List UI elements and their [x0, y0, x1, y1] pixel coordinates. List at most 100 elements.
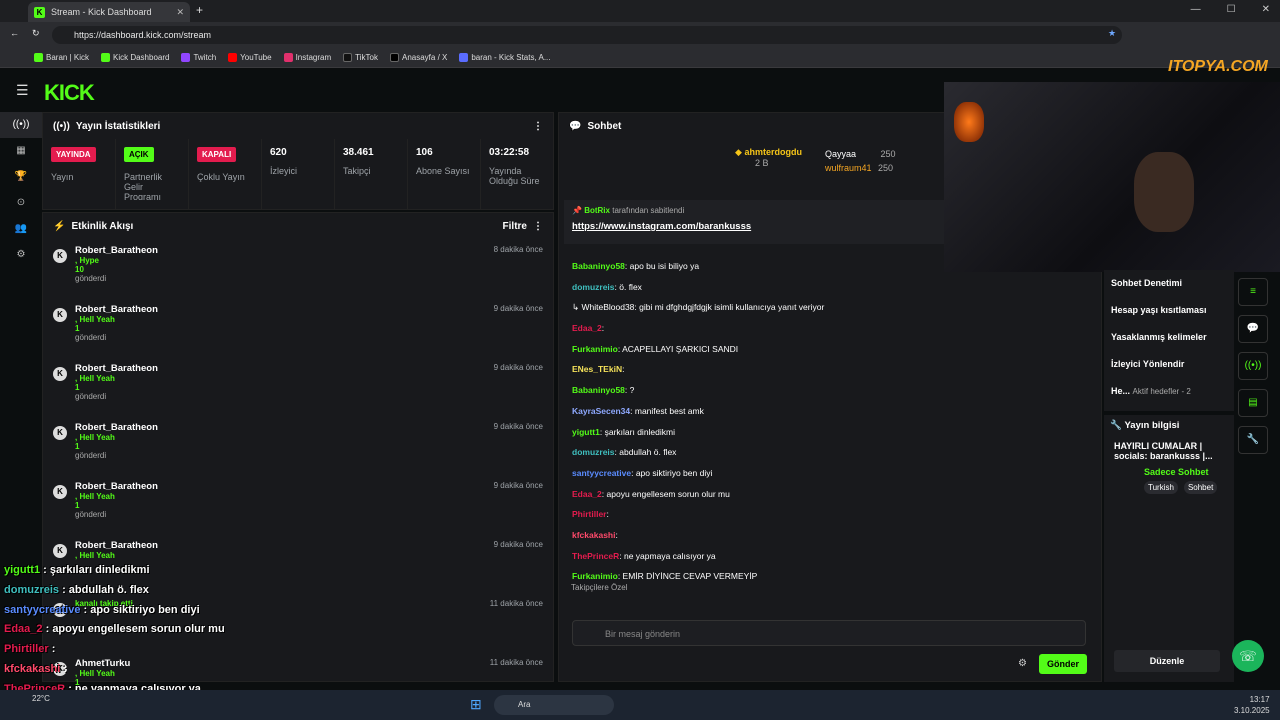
chat-username[interactable]: ThePrinceR: [572, 551, 619, 561]
chat-message: ↳ WhiteBlood38: gibi mi dfghdgjfdgjk isi…: [559, 297, 1099, 318]
windows-start-icon[interactable]: ⊞: [470, 696, 482, 713]
settings-icon[interactable]: ⚙: [0, 242, 42, 268]
menu-item[interactable]: İzleyici Yönlendir: [1104, 351, 1234, 378]
bookmark[interactable]: Kick Dashboard: [100, 53, 169, 62]
chat-username[interactable]: yigutt1: [572, 427, 600, 437]
kick-icon: K: [53, 544, 67, 558]
menu-item[interactable]: Hesap yaşı kısıtlaması: [1104, 297, 1234, 324]
tools-icon[interactable]: 🔧: [1238, 426, 1268, 454]
activity-user[interactable]: Robert_Baratheon: [75, 245, 158, 256]
tab-active[interactable]: K Stream - Kick Dashboard ✕: [28, 2, 190, 22]
bookmark[interactable]: Anasayfa / X: [389, 53, 447, 62]
activity-user[interactable]: Robert_Baratheon: [75, 540, 158, 551]
taskbar-search[interactable]: Ara: [494, 695, 614, 715]
stat-label: Yayında Olduğu Süre: [489, 166, 540, 186]
support-icon[interactable]: ☏: [1232, 640, 1264, 672]
wrench-icon: 🔧: [1110, 419, 1122, 431]
reload-icon[interactable]: ↻: [32, 28, 40, 39]
chat-text: ?: [629, 385, 635, 396]
chat-username[interactable]: Furkanimio: [572, 344, 618, 354]
kick-logo[interactable]: KICK: [44, 80, 95, 106]
filter-button[interactable]: Filtre: [503, 221, 527, 232]
pinned-link[interactable]: https://www.instagram.com/barankusss: [572, 221, 936, 232]
stats-icon: ((•)): [53, 120, 70, 132]
pin-icon: 📌: [572, 206, 582, 215]
pinned-message: 📌 BotRix tarafından sabitlendi https://ww…: [564, 200, 944, 244]
dashboard-icon[interactable]: ▦: [0, 138, 42, 164]
bookmark[interactable]: baran - Kick Stats, A...: [459, 53, 551, 62]
chat-message: Babaninyo58: ?: [572, 385, 635, 396]
activity-time: 9 dakika önce: [493, 363, 543, 372]
overlay-message: domuzreis : abdullah ö. flex: [4, 584, 149, 596]
menu-icon[interactable]: ☰: [16, 82, 29, 99]
menu-item[interactable]: Yasaklanmış kelimeler: [1104, 324, 1234, 351]
kick-icon: K: [53, 367, 67, 381]
itopya-watermark: ITOPYA.COM: [1168, 58, 1268, 75]
trophy-icon[interactable]: 🏆: [0, 164, 42, 190]
maximize-icon[interactable]: ☐: [1227, 4, 1236, 15]
bookmark[interactable]: TikTok: [343, 53, 378, 62]
menu-item[interactable]: Sohbet Denetimi: [1104, 270, 1234, 297]
activity-user[interactable]: Robert_Baratheon: [75, 304, 158, 315]
activity-user[interactable]: AhmetTurku: [75, 658, 130, 669]
chat-username[interactable]: Edaa_2: [572, 489, 602, 499]
streamer-figure: [1134, 152, 1194, 232]
activity-time: 11 dakika önce: [489, 599, 543, 608]
more-icon[interactable]: ⋮: [533, 221, 543, 232]
tag[interactable]: Sohbet: [1183, 481, 1218, 494]
overlay-message: kfckakashi :: [4, 663, 67, 675]
activity-action: gönderdi: [75, 451, 107, 460]
notes-icon[interactable]: ≡: [1238, 278, 1268, 306]
chat-settings-icon[interactable]: ⚙: [1018, 658, 1027, 669]
broadcast-icon[interactable]: ((•)): [1238, 352, 1268, 380]
chat-text: ö. flex: [619, 281, 642, 292]
chat-message: kfckakashi:: [572, 529, 618, 540]
window-close-icon[interactable]: ✕: [1262, 4, 1270, 15]
stream-icon[interactable]: ((•)): [0, 112, 42, 138]
favorite-star-icon[interactable]: ★: [1108, 28, 1116, 39]
chat-username[interactable]: Edaa_2: [572, 323, 602, 333]
close-tab-icon[interactable]: ✕: [176, 7, 184, 18]
overlay-text: : apoyu engellesem sorun olur mu: [45, 623, 225, 636]
bookmark[interactable]: Baran | Kick: [34, 53, 89, 62]
chat-username[interactable]: KayraSecen34: [572, 406, 630, 416]
chat-toggle-icon[interactable]: 💬: [1238, 315, 1268, 343]
overlay-message: yigutt1 : şarkıları dinledikmi: [4, 564, 150, 576]
tag[interactable]: Turkish: [1144, 481, 1178, 494]
send-button[interactable]: Gönder: [1039, 654, 1087, 674]
chat-username[interactable]: Babaninyo58: [572, 261, 625, 271]
more-icon[interactable]: ⋮: [533, 121, 543, 132]
bookmark[interactable]: Twitch: [181, 53, 216, 62]
category[interactable]: Sadece Sohbet: [1104, 467, 1234, 477]
url-field[interactable]: https://dashboard.kick.com/stream: [52, 26, 1122, 44]
bookmark[interactable]: YouTube: [228, 53, 272, 62]
chat-username[interactable]: Furkanimio: [572, 571, 618, 581]
chat-username[interactable]: Phirtiller: [572, 509, 606, 519]
chat-input[interactable]: Bir mesaj gönderin: [572, 620, 1086, 646]
menu-item[interactable]: He...: [1111, 386, 1130, 396]
moderation-icon[interactable]: ⊙: [0, 190, 42, 216]
pinned-text: tarafından sabitlendi: [612, 206, 685, 215]
overlay-message: Phirtiller :: [4, 643, 55, 655]
stream-title: HAYIRLI CUMALAR | socials: barankusss |.…: [1114, 441, 1213, 461]
chat-message: domuzreis: ö. flex: [572, 281, 642, 292]
activity-user[interactable]: Robert_Baratheon: [75, 481, 158, 492]
chat-message: Furkanimio: EMİR DİYİNCE CEVAP VERMEYİP: [572, 571, 758, 582]
minimize-icon[interactable]: —: [1191, 4, 1201, 15]
activity-user[interactable]: Robert_Baratheon: [75, 422, 158, 433]
activity-user[interactable]: Robert_Baratheon: [75, 363, 158, 374]
address-bar: ← ↻ https://dashboard.kick.com/stream ★: [0, 22, 1280, 48]
edit-button[interactable]: Düzenle: [1114, 650, 1220, 672]
chat-username[interactable]: ENes_TEkiN: [572, 364, 622, 374]
chat-username[interactable]: kfckakashi: [572, 530, 615, 540]
chat-username[interactable]: Babaninyo58: [572, 385, 625, 395]
chat-username[interactable]: domuzreis: [572, 282, 615, 292]
bookmark[interactable]: Instagram: [283, 53, 331, 62]
layout-icon[interactable]: ▤: [1238, 389, 1268, 417]
community-icon[interactable]: 👥: [0, 216, 42, 242]
chat-username[interactable]: domuzreis: [572, 447, 615, 457]
chat-username[interactable]: santyycreative: [572, 468, 631, 478]
new-tab-icon[interactable]: +: [196, 3, 203, 17]
activity-gift: , Hell Yeah: [75, 433, 115, 442]
back-icon[interactable]: ←: [10, 28, 19, 38]
